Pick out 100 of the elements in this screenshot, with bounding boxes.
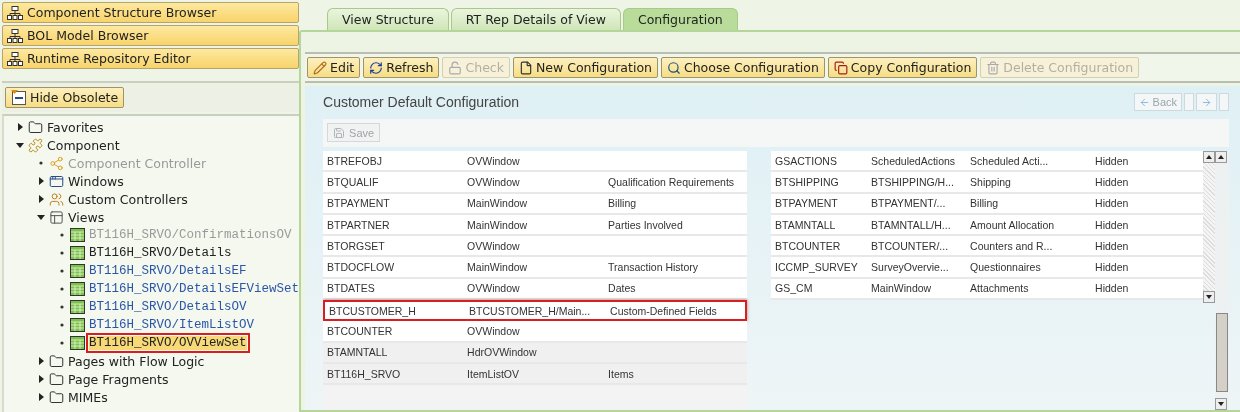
table-cell-text: Qualification Requirements [608, 175, 736, 188]
table-cell-text: Items [608, 367, 635, 380]
bullet-icon [58, 267, 66, 275]
tree-item[interactable]: Page Fragments [68, 371, 169, 387]
table-cell-text: Billing [970, 197, 1000, 210]
tree-item[interactable]: BT116H_SRVO/Details [89, 246, 232, 260]
table-icon [70, 264, 85, 278]
expand-caret-icon[interactable] [16, 123, 24, 131]
table-cell-text: OVWindow [467, 239, 521, 252]
table-cell-text: Hidden [1095, 239, 1130, 252]
table-cell-text: OVWindow [467, 325, 521, 337]
table-cell-text: BTCOUNTER [775, 239, 842, 252]
toolbar-button[interactable]: Copy Configuration [827, 57, 978, 78]
search-icon [666, 60, 681, 75]
nav-button[interactable]: Component Structure Browser [2, 2, 300, 23]
table-cell-text: ScheduledActions [871, 154, 957, 167]
toolbar-button[interactable]: Edit [307, 57, 361, 78]
floppy-icon [333, 126, 346, 139]
scroll-up-icon[interactable] [1215, 151, 1228, 163]
table-cell-text: Hidden [1095, 175, 1130, 188]
bullet-icon [58, 321, 66, 329]
tree-item[interactable]: Favorites [47, 119, 104, 135]
table-cell-text: Amount Allocation [970, 218, 1056, 231]
scroll-up-icon[interactable] [1203, 151, 1216, 163]
folder-icon [28, 119, 43, 135]
bullet-icon [58, 285, 66, 293]
scrollbar[interactable] [1215, 151, 1230, 410]
table-icon [70, 318, 85, 332]
table-cell-text: Dates [608, 282, 637, 295]
tree-item[interactable]: BT116H_SRVO/DetailsEFViewSet [89, 282, 300, 296]
dropdown-handle[interactable] [1219, 93, 1230, 111]
table-cell-text: BTPARTNER [327, 218, 391, 231]
hide-obsolete-button[interactable]: Hide Obsolete [5, 87, 125, 108]
nav-button[interactable]: BOL Model Browser [2, 25, 300, 46]
table-cell-text: BTCOUNTER [327, 325, 394, 337]
expand-caret-icon[interactable] [37, 357, 45, 365]
folder-icon [49, 371, 64, 387]
scroll-down-icon[interactable] [1203, 291, 1216, 303]
nav-button[interactable]: Runtime Repository Editor [2, 48, 300, 69]
table-icon [70, 246, 85, 260]
collapse-caret-icon[interactable] [37, 213, 45, 221]
tree-item[interactable]: Component [47, 137, 120, 153]
table-cell-text: Attachments [970, 282, 1030, 295]
collapse-caret-icon[interactable] [16, 141, 24, 149]
table-cell-text: BTAMNTALL [327, 346, 389, 359]
dropdown-handle[interactable] [1184, 93, 1195, 111]
tree-item[interactable]: BT116H_SRVO/OVViewSet [89, 336, 247, 350]
expand-caret-icon[interactable] [37, 177, 45, 185]
table-cell-text: Parties Involved [608, 218, 684, 231]
tree-item[interactable]: BT116H_SRVO/ItemListOV [89, 318, 255, 332]
table-cell-text: BTCUSTOMER_H [329, 304, 417, 317]
table-cell-text: GSACTIONS [775, 154, 838, 167]
forward-arrow-icon [1201, 96, 1213, 108]
table-cell-text: BTPAYMENT/... [871, 197, 947, 210]
table-cell-text: Hidden [1095, 154, 1130, 167]
tab[interactable]: RT Rep Details of View [450, 8, 621, 30]
configuration-title: Customer Default Configuration [323, 94, 520, 110]
table-cell-text: ItemListOV [467, 367, 520, 380]
pencil-icon [313, 60, 328, 75]
tree-item[interactable]: BT116H_SRVO/DetailsEF [89, 264, 247, 278]
tree-item[interactable]: Pages with Flow Logic [68, 353, 205, 369]
highlighted-row[interactable]: BTCUSTOMER_H BTCUSTOMER_H/Main... Custom-Defined Fields [323, 300, 748, 322]
table-cell-text: Billing [608, 197, 638, 210]
scroll-down-icon[interactable] [1215, 398, 1228, 410]
table-cell-text: MainWindow [467, 218, 529, 231]
toolbar-button[interactable]: New Configuration [512, 57, 658, 78]
table-cell-text: Shipping [970, 175, 1012, 188]
table-cell-text: BTAMNTALL/H... [871, 218, 952, 231]
tree-item[interactable]: Views [68, 209, 105, 225]
tree-item[interactable]: Windows [68, 173, 124, 189]
window-icon [49, 173, 64, 189]
table-cell-text: BTPAYMENT [775, 197, 839, 210]
table-cell-text: BTCUSTOMER_H/Main... [469, 304, 592, 317]
table-cell-text: BTSHIPPING/H... [871, 175, 955, 188]
puzzle-icon [28, 137, 43, 153]
toolbar-button[interactable]: Choose Configuration [660, 57, 825, 78]
table-cell-text: BTCOUNTER/... [871, 239, 950, 252]
table-cell-text: HdrOVWindow [467, 346, 538, 359]
table-cell-text: GS_CM [775, 282, 814, 295]
table-icon [70, 300, 85, 314]
document-icon [518, 60, 533, 75]
tree-item[interactable]: BT116H_SRVO/DetailsOV [89, 300, 247, 314]
table-cell-text: BTAMNTALL [775, 218, 837, 231]
table-cell-text: Transaction History [608, 261, 700, 274]
tree-item[interactable]: MIMEs [68, 389, 108, 405]
tab[interactable]: Configuration [622, 8, 738, 30]
tab[interactable]: View Structure [327, 8, 449, 30]
tree-item[interactable]: Custom Controllers [68, 191, 188, 207]
copy-icon [833, 60, 848, 75]
expand-caret-icon[interactable] [37, 393, 45, 401]
expand-caret-icon[interactable] [37, 375, 45, 383]
table-cell-text: Questionnaires [970, 261, 1042, 274]
list-filter-icon [11, 90, 27, 105]
toolbar-button[interactable]: Refresh [363, 57, 440, 78]
expand-caret-icon[interactable] [37, 195, 45, 203]
scrollbar[interactable] [1203, 151, 1216, 303]
table-cell-text: BTREFOBJ [327, 154, 383, 167]
table-cell-text: MainWindow [871, 282, 933, 295]
folder-icon [49, 353, 64, 369]
table-cell-text: OVWindow [467, 154, 521, 167]
